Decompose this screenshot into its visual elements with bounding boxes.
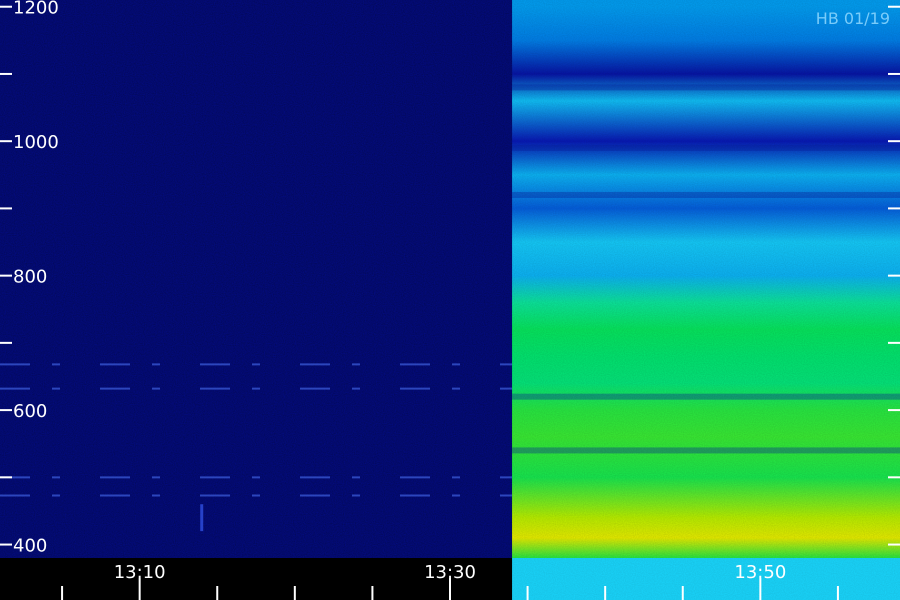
y-tick-label: 1000 (13, 132, 59, 153)
station-stamp: HB 01/19 (816, 9, 890, 28)
bottom-strip-noise (512, 558, 900, 600)
spectrogram-view: 400 600 800 1000 1200 13:10 13:30 13:50 HB 01/1… (0, 0, 900, 600)
right-segment (512, 0, 900, 600)
y-tick-label: 800 (13, 267, 47, 288)
left-segment (0, 0, 513, 558)
left-noise (0, 0, 513, 558)
x-tick-label: 13:30 (424, 562, 476, 583)
x-tick-label: 13:50 (734, 562, 786, 583)
x-tick-label: 13:10 (114, 562, 166, 583)
y-tick-label: 400 (13, 536, 47, 557)
spectrogram-chart: 400 600 800 1000 1200 13:10 13:30 13:50 HB 01/1… (0, 0, 900, 600)
y-tick-label: 600 (13, 401, 47, 422)
right-noise (512, 0, 900, 558)
y-tick-label: 1200 (13, 0, 59, 19)
